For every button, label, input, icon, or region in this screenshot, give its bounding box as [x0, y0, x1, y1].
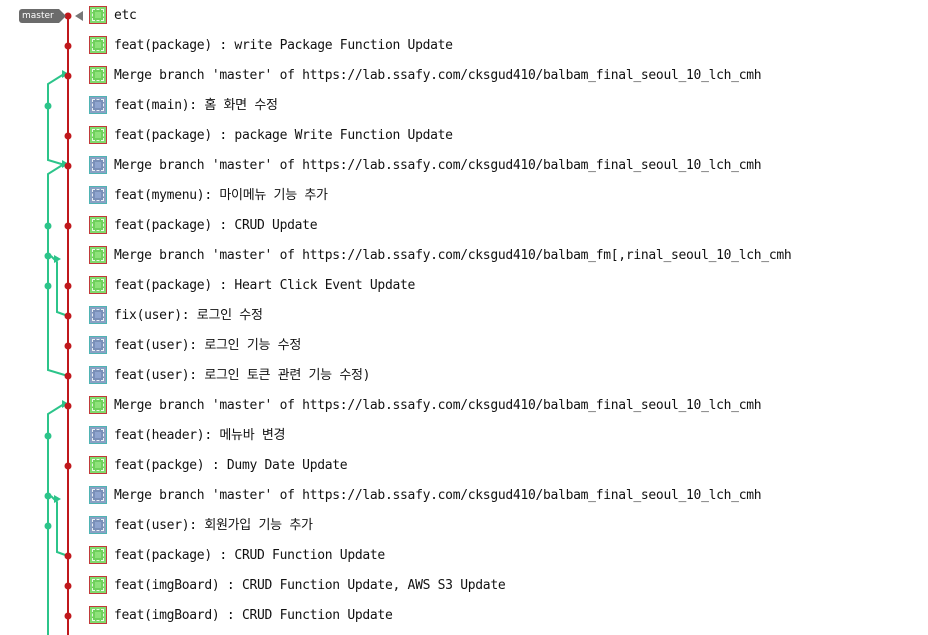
commit-row[interactable]: feat(header): 메뉴바 변경 — [0, 421, 928, 451]
commit-message: feat(user): 로그인 기능 수정 — [114, 338, 301, 353]
author-avatar-icon — [89, 186, 107, 204]
author-avatar-icon — [89, 486, 107, 504]
commit-message: Merge branch 'master' of https://lab.ssa… — [114, 398, 762, 413]
commit-row[interactable]: Merge branch 'master' of https://lab.ssa… — [0, 391, 928, 421]
commit-row[interactable]: Merge branch 'master' of https://lab.ssa… — [0, 241, 928, 271]
author-avatar-icon — [89, 156, 107, 174]
author-avatar-icon — [89, 96, 107, 114]
commit-message: feat(package) : CRUD Function Update — [114, 548, 385, 563]
commit-message: etc — [114, 8, 137, 23]
commit-message: feat(user): 회원가입 기능 추가 — [114, 518, 313, 533]
commit-row[interactable]: feat(user): 로그인 기능 수정 — [0, 331, 928, 361]
commit-row[interactable]: feat(packge) : Dumy Date Update — [0, 451, 928, 481]
commit-message: feat(mymenu): 마이메뉴 기능 추가 — [114, 188, 328, 203]
commit-row[interactable]: feat(package) : package Write Function U… — [0, 121, 928, 151]
commit-row[interactable]: feat(user): 로그인 토큰 관련 기능 수정) — [0, 361, 928, 391]
author-avatar-icon — [89, 276, 107, 294]
author-avatar-icon — [89, 396, 107, 414]
commit-message: Merge branch 'master' of https://lab.ssa… — [114, 68, 762, 83]
commit-message: feat(package) : Heart Click Event Update — [114, 278, 416, 293]
commit-row[interactable]: fix(user): 로그인 수정 — [0, 301, 928, 331]
commit-message: feat(package) : package Write Function U… — [114, 128, 453, 143]
commit-message: feat(package) : write Package Function U… — [114, 38, 453, 53]
commit-message: Merge branch 'master' of https://lab.ssa… — [114, 158, 762, 173]
author-avatar-icon — [89, 426, 107, 444]
commit-message: Merge branch 'master' of https://lab.ssa… — [114, 248, 792, 263]
commit-row[interactable]: feat(package) : write Package Function U… — [0, 31, 928, 61]
commit-message: fix(user): 로그인 수정 — [114, 308, 263, 323]
commit-message: feat(package) : CRUD Update — [114, 218, 318, 233]
commit-message: feat(imgBoard) : CRUD Function Update — [114, 608, 393, 623]
author-avatar-icon — [89, 456, 107, 474]
commit-message: feat(main): 홈 화면 수정 — [114, 98, 278, 113]
commit-row[interactable]: feat(main): 홈 화면 수정 — [0, 91, 928, 121]
author-avatar-icon — [89, 606, 107, 624]
author-avatar-icon — [89, 546, 107, 564]
commit-message: feat(header): 메뉴바 변경 — [114, 428, 286, 443]
commit-row[interactable]: feat(imgBoard) : CRUD Function Update, A… — [0, 571, 928, 601]
commit-message: Merge branch 'master' of https://lab.ssa… — [114, 488, 762, 503]
author-avatar-icon — [89, 246, 107, 264]
commit-row[interactable]: Merge branch 'master' of https://lab.ssa… — [0, 481, 928, 511]
commit-row[interactable]: feat(package) : CRUD Update — [0, 211, 928, 241]
commit-row[interactable]: feat(package) : CRUD Function Update — [0, 541, 928, 571]
commit-row[interactable]: feat(user): 회원가입 기능 추가 — [0, 511, 928, 541]
author-avatar-icon — [89, 366, 107, 384]
commit-row[interactable]: feat(imgBoard) : CRUD Function Update — [0, 601, 928, 631]
author-avatar-icon — [89, 66, 107, 84]
author-avatar-icon — [89, 336, 107, 354]
author-avatar-icon — [89, 126, 107, 144]
author-avatar-icon — [89, 516, 107, 534]
commit-message: feat(user): 로그인 토큰 관련 기능 수정) — [114, 368, 371, 383]
commit-row[interactable]: feat(package) : Heart Click Event Update — [0, 271, 928, 301]
commit-list: etc feat(package) : write Package Functio… — [0, 1, 928, 631]
commit-row[interactable]: Merge branch 'master' of https://lab.ssa… — [0, 61, 928, 91]
commit-message: feat(packge) : Dumy Date Update — [114, 458, 348, 473]
commit-row[interactable]: Merge branch 'master' of https://lab.ssa… — [0, 151, 928, 181]
commit-row[interactable]: feat(mymenu): 마이메뉴 기능 추가 — [0, 181, 928, 211]
author-avatar-icon — [89, 36, 107, 54]
author-avatar-icon — [89, 306, 107, 324]
commit-message: feat(imgBoard) : CRUD Function Update, A… — [114, 578, 506, 593]
commit-row[interactable]: etc — [0, 1, 928, 31]
author-avatar-icon — [89, 576, 107, 594]
author-avatar-icon — [89, 216, 107, 234]
author-avatar-icon — [89, 6, 107, 24]
